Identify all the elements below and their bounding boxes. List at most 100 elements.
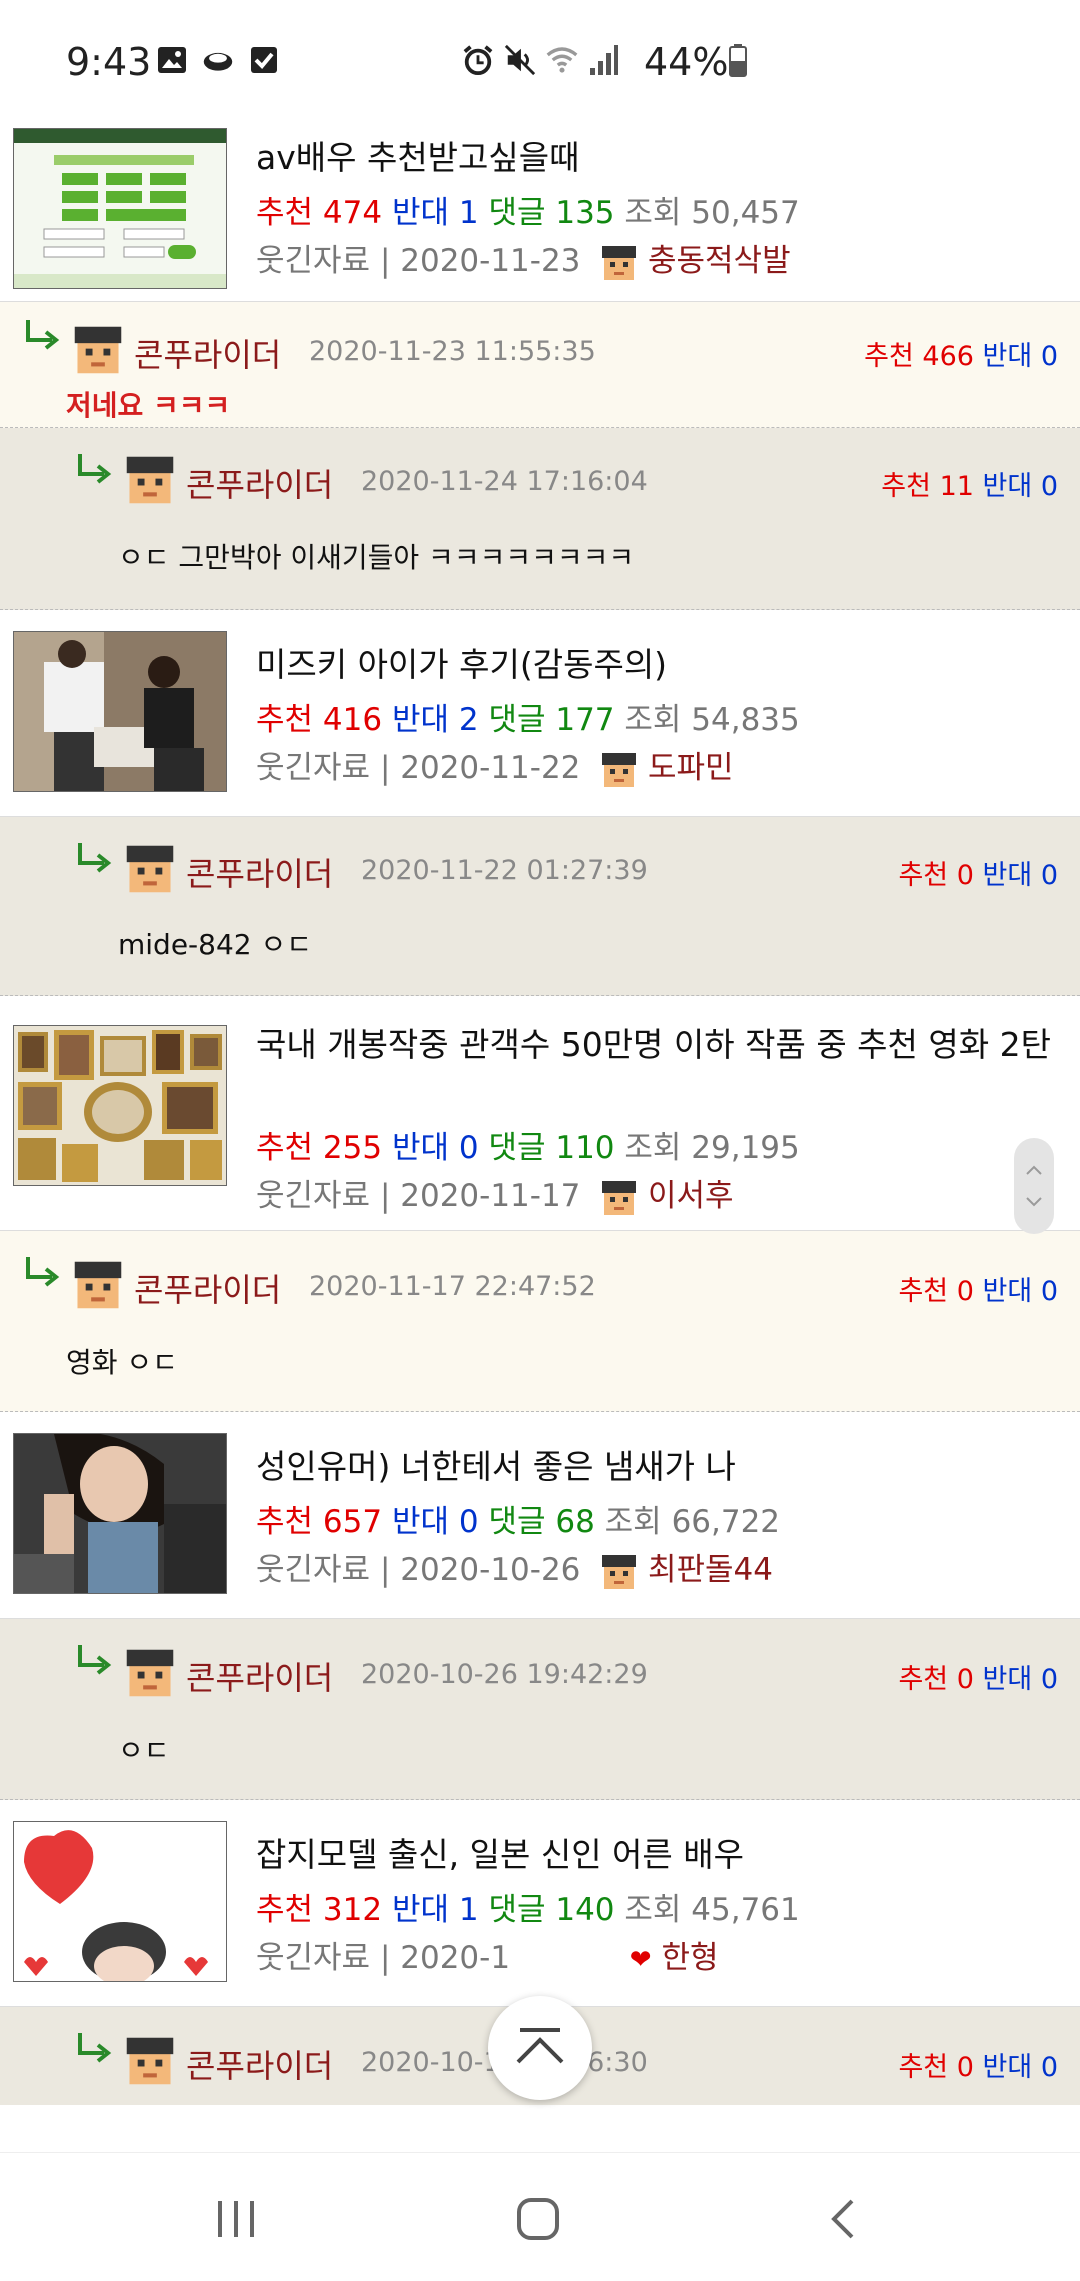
status-bar: 9:43 44% bbox=[0, 0, 1080, 125]
image-icon bbox=[156, 44, 188, 76]
post-date: 2020-10-26 bbox=[400, 1552, 581, 1588]
comment-item: 콘푸라이더 2020-11-24 17:16:04 추천 11 반대 0 ㅇㄷ … bbox=[0, 428, 1080, 610]
comment-count: 177 bbox=[555, 702, 615, 738]
comment-author[interactable]: 콘푸라이더 bbox=[186, 849, 333, 895]
comment-item: 콘푸라이더 2020-11-17 22:47:52 추천 0 반대 0 영화 ㅇ… bbox=[0, 1231, 1080, 1412]
post-meta: 웃긴자료 | 2020-1 ❤ 한형 bbox=[256, 1940, 719, 1976]
reply-arrow-icon bbox=[24, 1255, 60, 1298]
recent-apps-icon[interactable] bbox=[214, 2199, 258, 2243]
comment-text: ㅇㄷ 그만박아 이새기들아 ㅋㅋㅋㅋㅋㅋㅋㅋ bbox=[118, 541, 635, 574]
comment-text: ㅇㄷ bbox=[118, 1734, 170, 1767]
comment-votes: 추천 0 반대 0 bbox=[898, 860, 1058, 891]
post-meta: 웃긴자료 | 2020-11-23 충동적삭발 bbox=[256, 235, 791, 282]
reply-arrow-icon bbox=[24, 318, 60, 361]
avatar-icon bbox=[72, 324, 124, 376]
comment-author[interactable]: 콘푸라이더 bbox=[134, 330, 281, 376]
post-meta: 웃긴자료 | 2020-11-17 이서후 bbox=[256, 1170, 734, 1217]
post-title[interactable]: 미즈키 아이가 후기(감동주의) bbox=[256, 642, 1056, 688]
scroll-top-icon bbox=[488, 1996, 592, 2104]
post-item[interactable]: 잡지모델 출신, 일본 신인 어른 배우 추천 312 반대 1 댓글 140 … bbox=[0, 1800, 1080, 2007]
post-thumbnail[interactable] bbox=[13, 1821, 227, 1982]
comment-votes: 추천 11 반대 0 bbox=[881, 471, 1058, 502]
view-count: 29,195 bbox=[691, 1130, 800, 1166]
avatar-icon bbox=[124, 843, 176, 895]
post-date: 2020-11-17 bbox=[400, 1178, 581, 1214]
comment-count: 140 bbox=[555, 1892, 615, 1928]
reply-arrow-icon bbox=[76, 2031, 112, 2074]
comment-author[interactable]: 콘푸라이더 bbox=[186, 2041, 333, 2087]
post-stats: 추천 312 반대 1 댓글 140 조회 45,761 bbox=[256, 1892, 800, 1928]
mute-icon bbox=[504, 44, 536, 76]
home-icon[interactable] bbox=[516, 2197, 560, 2245]
reply-arrow-icon bbox=[76, 1643, 112, 1686]
comment-count: 110 bbox=[555, 1130, 615, 1166]
comment-date: 2020-11-23 11:55:35 bbox=[309, 336, 596, 367]
post-feed[interactable]: av배우 추천받고싶을때 추천 474 반대 1 댓글 135 조회 50,45… bbox=[0, 125, 1080, 2105]
post-item[interactable]: 국내 개봉작중 관객수 50만명 이하 작품 중 추천 영화 2탄 추천 255… bbox=[0, 996, 1080, 1231]
post-title[interactable]: av배우 추천받고싶을때 bbox=[256, 135, 1056, 181]
battery-icon bbox=[722, 44, 754, 77]
view-count: 45,761 bbox=[691, 1892, 800, 1928]
post-category: 웃긴자료 bbox=[256, 1940, 371, 1976]
post-item[interactable]: av배우 추천받고싶을때 추천 474 반대 1 댓글 135 조회 50,45… bbox=[0, 125, 1080, 302]
post-author[interactable]: 충동적삭발 bbox=[648, 243, 791, 279]
avatar-icon bbox=[600, 1179, 638, 1217]
post-author[interactable]: 최판돌44 bbox=[648, 1552, 773, 1588]
signal-icon bbox=[588, 44, 620, 76]
post-title[interactable]: 잡지모델 출신, 일본 신인 어른 배우 bbox=[256, 1832, 1056, 1878]
battery-percent: 44% bbox=[644, 40, 729, 84]
upvote-count: 416 bbox=[322, 702, 383, 738]
post-stats: 추천 657 반대 0 댓글 68 조회 66,722 bbox=[256, 1504, 781, 1540]
comment-item: 콘푸라이더 2020-11-23 11:55:35 추천 466 반대 0 저네… bbox=[0, 302, 1080, 428]
downvote-count: 0 bbox=[458, 1130, 479, 1166]
downvote-count: 1 bbox=[458, 1892, 479, 1928]
alarm-icon bbox=[462, 44, 494, 76]
avatar-icon bbox=[72, 1259, 124, 1311]
scroll-top-button[interactable] bbox=[488, 1996, 592, 2100]
avatar-icon bbox=[124, 454, 176, 506]
comment-item: 콘푸라이더 2020-10-26 19:42:29 추천 0 반대 0 ㅇㄷ bbox=[0, 1619, 1080, 1800]
comment-date: 2020-10-26 19:42:29 bbox=[361, 1659, 648, 1690]
post-thumbnail[interactable] bbox=[13, 128, 227, 289]
post-author[interactable]: 한형 bbox=[661, 1940, 718, 1976]
downvote-count: 2 bbox=[458, 702, 479, 738]
view-count: 66,722 bbox=[671, 1504, 781, 1540]
post-title[interactable]: 국내 개봉작중 관객수 50만명 이하 작품 중 추천 영화 2탄 bbox=[256, 1022, 1056, 1068]
post-item[interactable]: 성인유머) 너한테서 좋은 냄새가 나 추천 657 반대 0 댓글 68 조회… bbox=[0, 1412, 1080, 1619]
comment-author[interactable]: 콘푸라이더 bbox=[134, 1265, 281, 1311]
post-thumbnail[interactable] bbox=[13, 631, 227, 792]
wifi-icon bbox=[546, 44, 578, 76]
comment-votes: 추천 0 반대 0 bbox=[898, 1664, 1058, 1695]
post-date: 2020-11-23 bbox=[400, 243, 581, 279]
post-item[interactable]: 미즈키 아이가 후기(감동주의) 추천 416 반대 2 댓글 177 조회 5… bbox=[0, 610, 1080, 817]
post-author[interactable]: 도파민 bbox=[648, 750, 734, 786]
comment-author[interactable]: 콘푸라이더 bbox=[186, 1653, 333, 1699]
comment-author[interactable]: 콘푸라이더 bbox=[186, 460, 333, 506]
avatar-icon bbox=[600, 244, 638, 282]
reply-arrow-icon bbox=[76, 841, 112, 884]
comment-count: 68 bbox=[555, 1504, 595, 1540]
scroll-handle[interactable] bbox=[1014, 1138, 1054, 1234]
system-nav-bar bbox=[0, 2152, 1080, 2281]
post-author[interactable]: 이서후 bbox=[648, 1178, 734, 1214]
upvote-count: 312 bbox=[322, 1892, 383, 1928]
post-thumbnail[interactable] bbox=[13, 1433, 227, 1594]
downvote-count: 1 bbox=[458, 195, 479, 231]
avatar-icon bbox=[124, 2035, 176, 2087]
post-stats: 추천 255 반대 0 댓글 110 조회 29,195 bbox=[256, 1130, 800, 1166]
status-time: 9:43 bbox=[66, 40, 152, 84]
comment-date: 2020-11-22 01:27:39 bbox=[361, 855, 648, 886]
downvote-count: 0 bbox=[458, 1504, 479, 1540]
post-title[interactable]: 성인유머) 너한테서 좋은 냄새가 나 bbox=[256, 1444, 1056, 1490]
comment-date: 2020-11-24 17:16:04 bbox=[361, 466, 648, 497]
back-icon[interactable] bbox=[822, 2197, 862, 2245]
reply-arrow-icon bbox=[76, 452, 112, 495]
post-thumbnail[interactable] bbox=[13, 1025, 227, 1186]
upvote-count: 474 bbox=[322, 195, 383, 231]
cloud-icon bbox=[202, 44, 234, 76]
post-meta: 웃긴자료 | 2020-11-22 도파민 bbox=[256, 742, 734, 789]
post-date: 2020-11-22 bbox=[400, 750, 581, 786]
view-count: 54,835 bbox=[691, 702, 800, 738]
comment-text: 영화 ㅇㄷ bbox=[66, 1346, 178, 1379]
comment-text: 저네요 ㅋㅋㅋ bbox=[66, 389, 231, 422]
